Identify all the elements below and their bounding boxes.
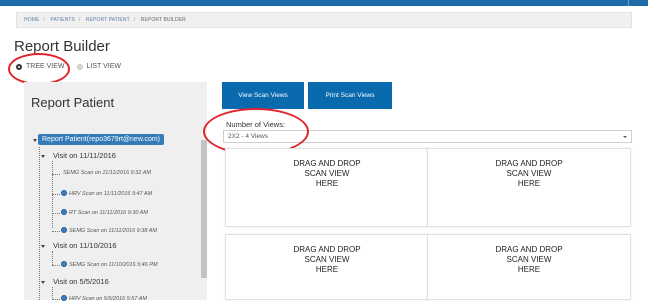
tree-visit-3[interactable]: Visit on 5/5/2016 xyxy=(53,277,109,286)
tree-root-patient[interactable]: Report Patient(repo3679rt@new.com) xyxy=(38,134,164,145)
top-bar-divider xyxy=(628,0,629,6)
tree-guide-line xyxy=(52,251,53,265)
breadcrumb-home[interactable]: HOME xyxy=(24,17,39,23)
scan-icon xyxy=(61,227,67,233)
tree-scan-item[interactable]: SEMG Scan on 11/10/2016 5:46 PM xyxy=(61,261,158,268)
scan-view-drop-zone[interactable]: DRAG AND DROP SCAN VIEW HERE xyxy=(225,148,429,227)
tree-guide-line xyxy=(39,147,40,300)
tree-scan-item[interactable]: HRV Scan on 5/5/2016 5:57 AM xyxy=(61,295,147,302)
scan-icon xyxy=(61,209,67,215)
breadcrumb-report-builder: REPORT BUILDER xyxy=(140,17,186,23)
chevron-down-icon xyxy=(623,136,627,138)
scan-icon xyxy=(61,261,67,267)
tree-scan-item[interactable]: RT Scan on 11/11/2016 9:30 AM xyxy=(61,209,148,216)
tree-visit-1[interactable]: Visit on 11/11/2016 xyxy=(53,151,116,160)
tree-view-highlight-circle xyxy=(8,53,70,85)
list-view-label: LIST VIEW xyxy=(86,63,122,70)
tree-guide-line xyxy=(52,194,60,195)
tree-guide-line xyxy=(52,265,60,266)
breadcrumb-patients[interactable]: PATIENTS xyxy=(50,17,75,23)
tree-scan-item[interactable]: HRV Scan on 11/11/2016 9:47 AM xyxy=(61,190,152,197)
page-title: Report Builder xyxy=(14,38,110,55)
scan-view-drop-zone[interactable]: DRAG AND DROP SCAN VIEW HERE xyxy=(427,148,631,227)
caret-down-icon[interactable] xyxy=(41,281,45,284)
scan-icon xyxy=(61,190,67,196)
tree-guide-line xyxy=(52,231,60,232)
tree-scrollbar[interactable] xyxy=(201,140,207,278)
caret-down-icon[interactable] xyxy=(41,245,45,248)
caret-down-icon[interactable] xyxy=(33,139,37,142)
tree-scan-item[interactable]: SEMG Scan on 11/11/2016 9:32 AM xyxy=(63,170,151,176)
tree-guide-line xyxy=(52,213,60,214)
caret-down-icon[interactable] xyxy=(41,155,45,158)
tree-visit-2[interactable]: Visit on 11/10/2016 xyxy=(53,241,117,250)
breadcrumb-report-patient[interactable]: REPORT PATIENT xyxy=(86,17,130,23)
print-scan-views-button[interactable]: Print Scan Views xyxy=(308,82,392,109)
tree-scan-item[interactable]: SEMG Scan on 11/11/2016 9:38 AM xyxy=(61,227,157,234)
scan-view-drop-zone[interactable]: DRAG AND DROP SCAN VIEW HERE xyxy=(427,234,631,300)
list-view-option[interactable]: LIST VIEW xyxy=(76,63,122,70)
panel-title: Report Patient xyxy=(31,95,115,110)
tree-guide-line xyxy=(52,174,60,175)
view-scan-views-button[interactable]: View Scan Views xyxy=(222,82,304,109)
scan-icon xyxy=(61,295,67,301)
list-view-radio[interactable] xyxy=(76,63,83,70)
scan-view-drop-zone[interactable]: DRAG AND DROP SCAN VIEW HERE xyxy=(225,234,429,300)
breadcrumb: HOME / PATIENTS / REPORT PATIENT / REPORT B… xyxy=(16,12,632,28)
top-bar xyxy=(0,0,648,6)
